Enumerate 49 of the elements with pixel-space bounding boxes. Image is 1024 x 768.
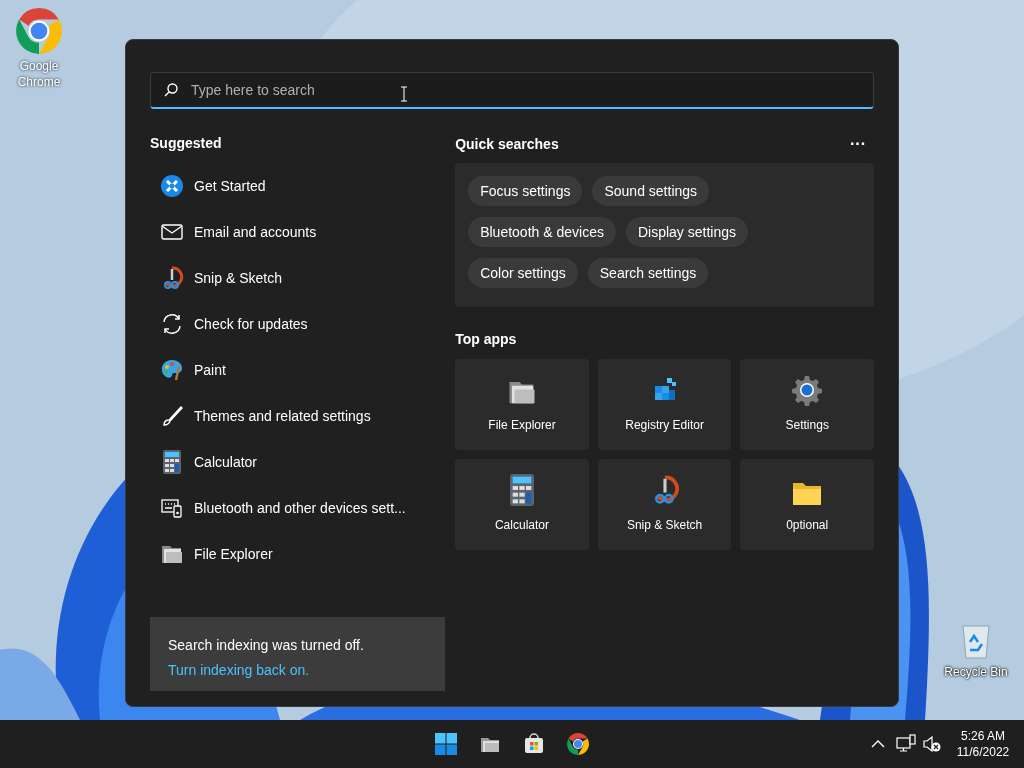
quick-search-chip[interactable]: Bluetooth & devices	[468, 217, 616, 247]
app-icon	[160, 174, 184, 198]
suggestion-item[interactable]: Paint	[150, 347, 446, 393]
palette-icon	[160, 358, 184, 382]
indexing-link[interactable]: Turn indexing back on.	[168, 660, 310, 681]
quick-search-chip[interactable]: Focus settings	[468, 176, 583, 206]
calculator-icon	[163, 450, 181, 474]
folder-icon	[160, 543, 184, 565]
folder-icon	[792, 480, 823, 506]
section-heading: Top apps	[455, 330, 518, 349]
app-tile[interactable]: 0ptional	[740, 459, 874, 550]
brush-icon	[161, 405, 183, 427]
suggestion-item[interactable]: Calculator	[150, 439, 446, 485]
app-tile[interactable]: Snip & Sketch	[597, 459, 732, 550]
app-tile[interactable]: File Explorer	[455, 359, 589, 450]
quick-search-chip[interactable]: Search settings	[587, 258, 709, 288]
suggestion-item[interactable]: Check for updates	[150, 301, 446, 347]
suggestion-item[interactable]: Snip & Sketch	[150, 255, 446, 301]
clock-time[interactable]: 5:26 AM	[961, 728, 1005, 744]
app-tile[interactable]: Calculator	[455, 459, 589, 550]
keyboard-device-icon	[161, 498, 183, 518]
volume-muted-icon[interactable]	[922, 735, 942, 753]
suggestion-item[interactable]: Email and accounts	[150, 209, 446, 255]
quick-search-chip[interactable]: Sound settings	[592, 176, 710, 206]
notification-text: Search indexing was turned off.	[168, 636, 365, 655]
calculator-icon	[509, 474, 534, 506]
windows-logo-icon	[434, 732, 458, 756]
search-field[interactable]: Type here to search	[150, 72, 874, 109]
suggestion-item[interactable]: File Explorer	[150, 531, 446, 577]
section-heading: Quick searches	[455, 134, 559, 154]
search-icon	[163, 82, 179, 98]
suggestion-item[interactable]: Themes and related settings	[150, 393, 446, 439]
suggestion-item[interactable]: Bluetooth and other devices sett...	[150, 485, 446, 531]
suggestion-item[interactable]: Get Started	[150, 163, 446, 209]
network-icon[interactable]	[896, 734, 916, 754]
chevron-up-icon[interactable]	[871, 739, 885, 749]
more-button[interactable]: ···	[842, 132, 874, 156]
quick-search-chip[interactable]: Display settings	[625, 217, 748, 247]
browser-logo-icon	[566, 732, 590, 756]
refresh-icon	[161, 313, 183, 335]
mail-icon	[161, 223, 183, 241]
section-heading: Suggested	[150, 134, 223, 153]
app-tile[interactable]: Settings	[740, 359, 874, 450]
gear-icon	[791, 374, 824, 406]
cursor-icon	[400, 86, 408, 102]
app-tile[interactable]: Registry Editor	[597, 359, 732, 450]
browser-logo-icon	[14, 6, 64, 56]
clock-date[interactable]: 11/6/2022	[956, 744, 1010, 760]
quick-search-chip[interactable]: Color settings	[468, 258, 578, 288]
